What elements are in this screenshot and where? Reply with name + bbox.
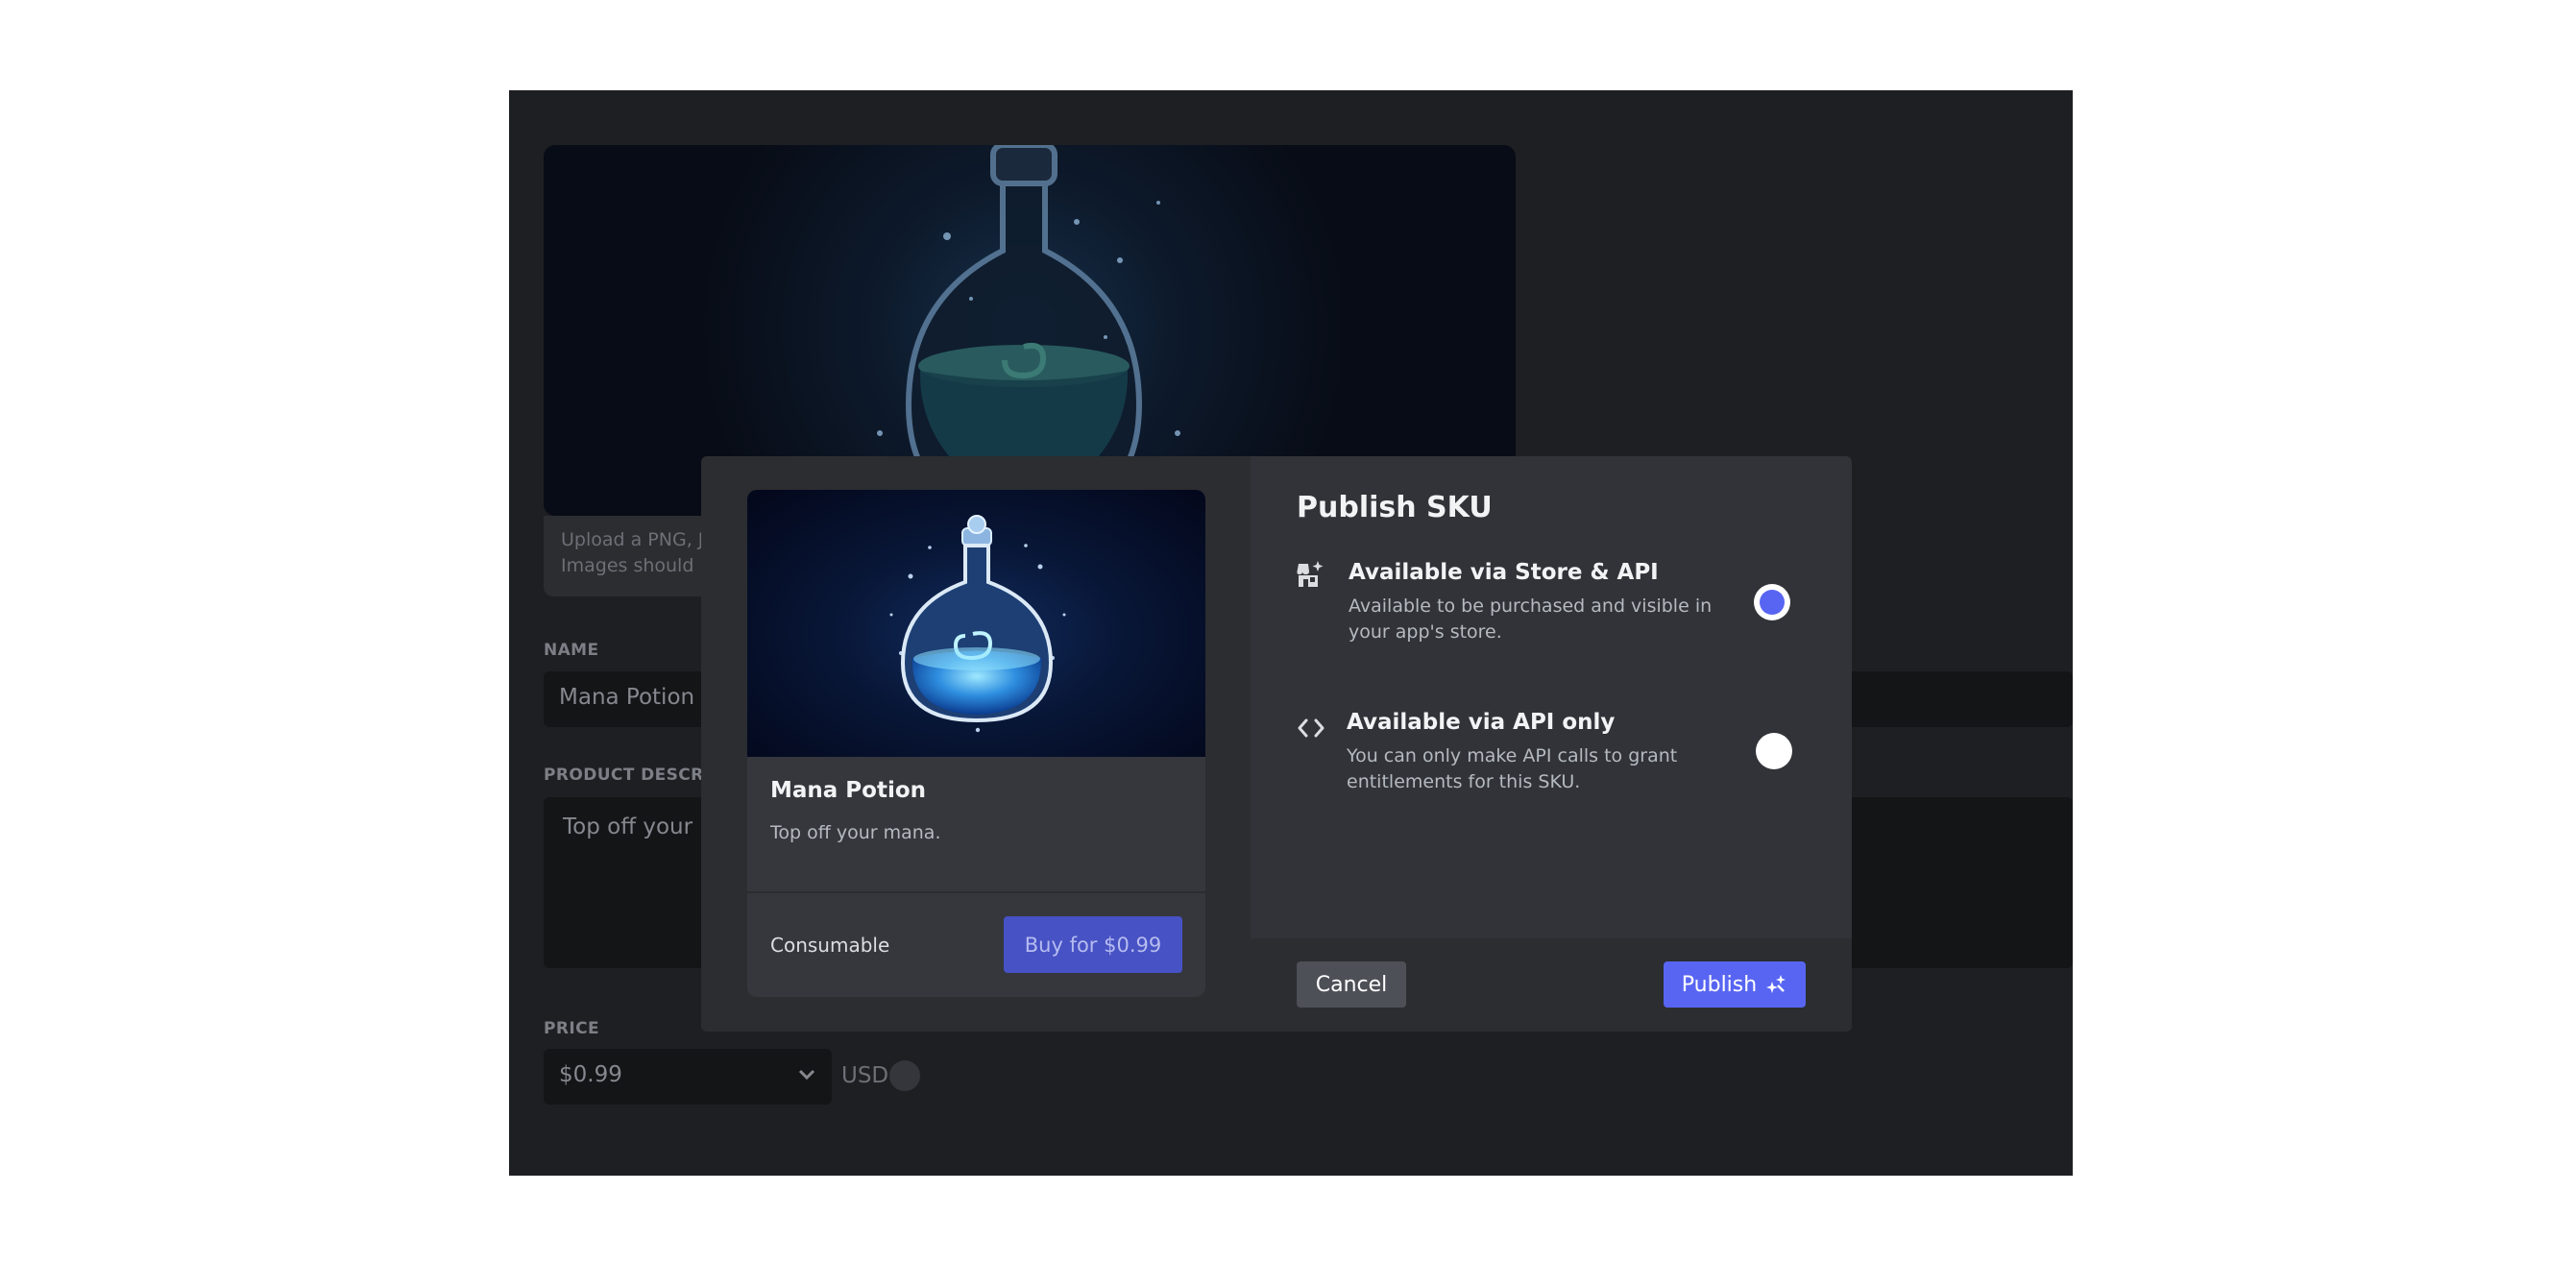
publish-button[interactable]: Publish: [1664, 961, 1806, 1008]
name-input-value: Mana Potion: [559, 685, 695, 710]
info-icon[interactable]: [889, 1060, 920, 1091]
buy-button[interactable]: Buy for $0.99: [1004, 916, 1182, 973]
option-api-only-description: You can only make API calls to grant ent…: [1347, 745, 1678, 792]
card-description: Top off your mana.: [770, 822, 941, 843]
currency-label: USD: [841, 1063, 889, 1088]
option-store-and-api[interactable]: Available via Store & API Available to b…: [1297, 560, 1815, 656]
price-label: PRICE: [544, 1019, 599, 1038]
option-api-only-title: Available via API only: [1347, 710, 1616, 735]
card-title: Mana Potion: [770, 778, 927, 803]
card-divider: [747, 891, 1205, 893]
card-image: [747, 490, 1205, 757]
cancel-button[interactable]: Cancel: [1297, 961, 1406, 1008]
chevron-down-icon: [798, 1069, 815, 1081]
price-value: $0.99: [559, 1062, 622, 1087]
upload-hint-line2: Images should be: [561, 555, 723, 576]
modal-footer: Cancel Publish: [1251, 938, 1852, 1032]
radio-store-and-api[interactable]: [1754, 584, 1790, 620]
sku-preview-card: Mana Potion Top off your mana. Consumabl…: [747, 490, 1205, 997]
option-store-and-api-title: Available via Store & API: [1349, 560, 1659, 585]
option-api-only[interactable]: Available via API only You can only make…: [1297, 710, 1815, 806]
modal-options-pane: Publish SKU Available via Store & API Av…: [1251, 456, 1852, 1032]
potion-image: [889, 515, 1066, 733]
sparkle-icon: [1766, 975, 1786, 993]
name-label: NAME: [544, 641, 599, 660]
code-icon: [1298, 718, 1324, 738]
product-description-value: Top off your m: [563, 814, 721, 839]
price-select[interactable]: $0.99: [544, 1049, 832, 1105]
sku-type-label: Consumable: [770, 934, 890, 957]
radio-api-only[interactable]: [1756, 733, 1792, 769]
option-store-and-api-description: Available to be purchased and visible in…: [1349, 596, 1713, 643]
publish-sku-modal: Mana Potion Top off your mana. Consumabl…: [701, 456, 1852, 1032]
modal-preview-pane: Mana Potion Top off your mana. Consumabl…: [701, 456, 1251, 1032]
publish-button-label: Publish: [1681, 972, 1758, 997]
store-icon: [1297, 561, 1324, 587]
modal-title: Publish SKU: [1297, 491, 1493, 524]
